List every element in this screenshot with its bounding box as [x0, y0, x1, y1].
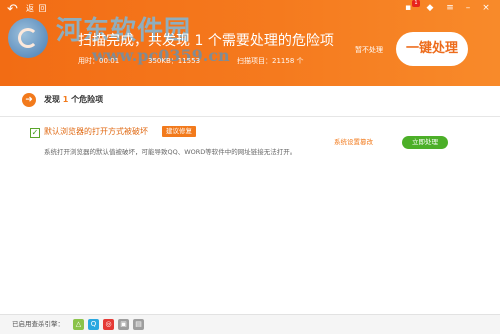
scan-kb: 350KB：11553	[148, 57, 201, 65]
summary-text: 发现 1 个危险项	[44, 94, 103, 106]
header-bar: ↶ 返 回 ▪ 1 ◆ ≡ – × 河东软件园 www.pc0359.cn 扫描…	[0, 0, 500, 86]
feedback-icon[interactable]: ◆	[424, 2, 436, 14]
notification-badge: 1	[412, 0, 420, 7]
qvm-engine-icon[interactable]: Q	[88, 319, 99, 330]
scan-result-title: 扫描完成，共发现 1 个需要处理的危险项	[78, 32, 334, 50]
scan-time: 用时：00:01	[78, 57, 120, 65]
fix-all-button[interactable]: 一键处理	[396, 32, 468, 66]
watermark-logo-icon	[8, 18, 48, 58]
item-title: 默认浏览器的打开方式被破坏	[44, 127, 148, 136]
item-checkbox[interactable]: ✓	[30, 128, 40, 138]
footer-bar: 已启用查杀引擎： △ Q ◎ ▣ ▤	[0, 314, 500, 334]
close-icon[interactable]: ×	[480, 2, 492, 14]
engines-label: 已启用查杀引擎：	[12, 320, 64, 328]
scan-title-prefix: 扫描完成，共发现	[78, 33, 190, 49]
scan-title-suffix: 个需要处理的危险项	[207, 33, 334, 49]
scan-items: 扫描项目：21158 个	[237, 57, 304, 65]
item-category: 系统设置篡改	[334, 138, 373, 146]
divider	[0, 116, 500, 117]
system-repair-engine-icon[interactable]: ▣	[118, 319, 129, 330]
summary-count: 1	[62, 95, 69, 104]
summary-prefix: 发现	[44, 95, 60, 104]
minimize-icon[interactable]: –	[462, 2, 474, 14]
back-arrow-icon[interactable]: ↶	[7, 3, 25, 17]
item-description: 系统打开浏览器的默认值被破坏，可能导致QQ、WORD等软件中的网址链接无法打开。	[44, 148, 297, 156]
ignore-button[interactable]: 暂不处理	[355, 46, 383, 55]
list-item: ✓ 默认浏览器的打开方式被破坏 建议修复 系统打开浏览器的默认值被破坏，可能导致…	[0, 118, 500, 162]
qex-engine-icon[interactable]: ▤	[133, 319, 144, 330]
menu-icon[interactable]: ≡	[444, 2, 456, 14]
warning-arrow-icon: ➜	[22, 93, 36, 107]
cloud-engine-icon[interactable]: △	[73, 319, 84, 330]
back-label[interactable]: 返 回	[26, 4, 48, 14]
fix-now-button[interactable]: 立即处理	[402, 136, 448, 149]
summary-suffix: 个危险项	[71, 95, 104, 104]
suggest-fix-badge: 建议修复	[162, 126, 196, 137]
scan-count: 1	[194, 33, 204, 49]
avira-engine-icon[interactable]: ◎	[103, 319, 114, 330]
